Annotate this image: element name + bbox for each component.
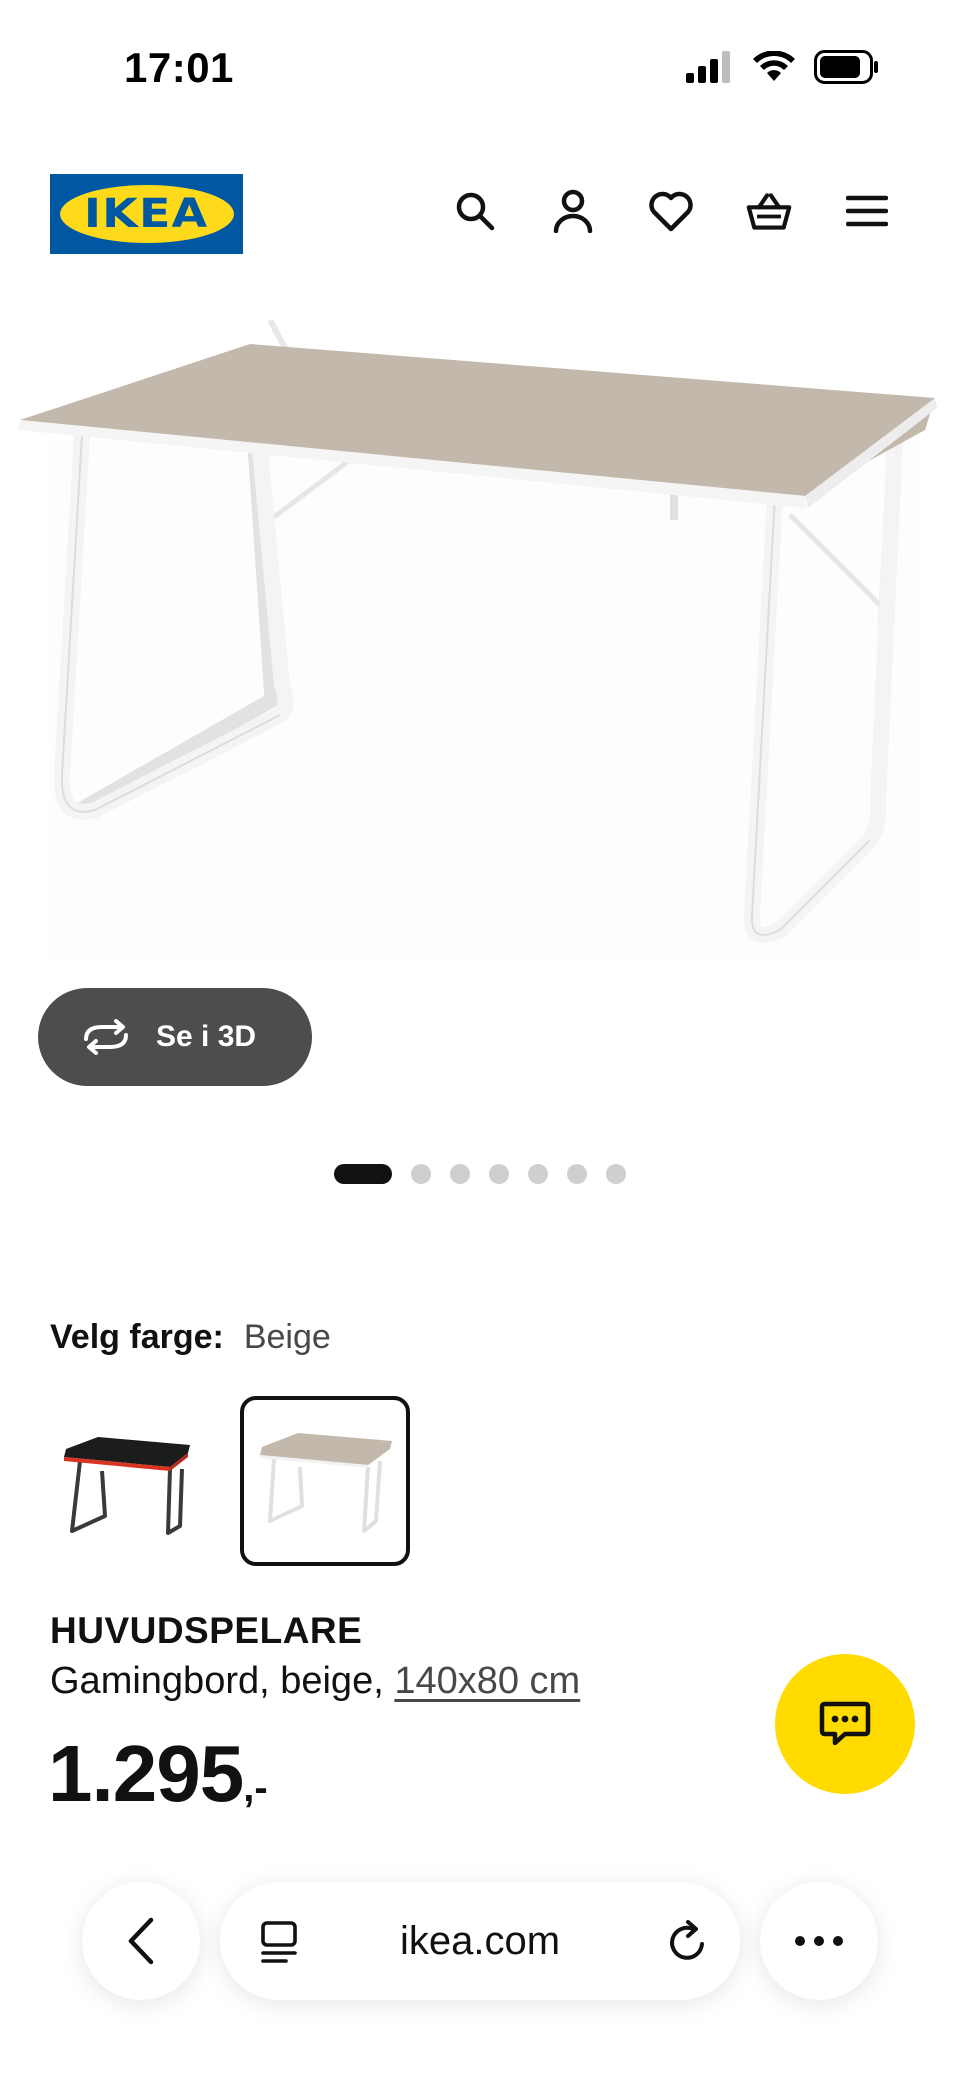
- product-name: HUVUDSPELARE: [50, 1610, 363, 1651]
- rotate-3d-icon: [84, 1019, 128, 1055]
- product-price: 1.295 ,-: [48, 1734, 268, 1814]
- header-icons: [452, 188, 890, 234]
- color-value: Beige: [243, 1318, 331, 1356]
- carousel-dot[interactable]: [450, 1164, 470, 1184]
- carousel-dot[interactable]: [334, 1164, 392, 1184]
- heart-icon[interactable]: [648, 188, 694, 234]
- product-image[interactable]: [0, 318, 960, 980]
- carousel-dot[interactable]: [567, 1164, 587, 1184]
- product-size-link[interactable]: 140x80 cm: [394, 1660, 580, 1702]
- logo-text: IKEA: [84, 191, 209, 237]
- carousel-dots: [334, 1164, 626, 1184]
- color-selector-heading: Velg farge: Beige: [50, 1318, 331, 1357]
- carousel-dot[interactable]: [489, 1164, 509, 1184]
- browser-toolbar: ikea.com: [0, 1860, 960, 2081]
- price-suffix: ,-: [243, 1766, 268, 1810]
- carousel-dot[interactable]: [606, 1164, 626, 1184]
- wifi-icon: [753, 51, 795, 81]
- color-label: Velg farge:: [50, 1318, 224, 1356]
- carousel-dot[interactable]: [411, 1164, 431, 1184]
- reload-icon[interactable]: [666, 1918, 710, 1964]
- ikea-logo[interactable]: IKEA: [50, 174, 243, 254]
- account-icon[interactable]: [550, 188, 596, 234]
- chevron-left-icon: [128, 1917, 154, 1965]
- browser-url: ikea.com: [399, 1918, 561, 1963]
- more-icon: [795, 1936, 843, 1946]
- chat-button[interactable]: [775, 1654, 915, 1794]
- battery-icon: [814, 50, 878, 84]
- chat-icon: [819, 1701, 871, 1746]
- browser-address-bar[interactable]: ikea.com: [220, 1882, 740, 2000]
- basket-icon[interactable]: [746, 188, 792, 234]
- browser-more-button[interactable]: [760, 1882, 878, 2000]
- logo-oval: IKEA: [59, 185, 234, 243]
- color-swatch-black-red[interactable]: [40, 1396, 210, 1566]
- carousel-dot[interactable]: [528, 1164, 548, 1184]
- product-description: Gamingbord, beige, 140x80 cm: [50, 1660, 580, 1703]
- product-description-text: Gamingbord, beige,: [50, 1660, 384, 1702]
- signal-icon: [686, 51, 730, 83]
- menu-icon[interactable]: [844, 188, 890, 234]
- status-icons: [686, 50, 880, 84]
- browser-back-button[interactable]: [82, 1882, 200, 2000]
- view-3d-label: Se i 3D: [156, 1020, 257, 1053]
- status-time: 17:01: [124, 44, 234, 91]
- price-amount: 1.295: [48, 1729, 244, 1818]
- status-bar: 17:01: [0, 0, 960, 140]
- color-swatch-beige[interactable]: [240, 1396, 410, 1566]
- view-3d-button[interactable]: Se i 3D: [38, 988, 312, 1086]
- search-icon[interactable]: [452, 188, 498, 234]
- site-header: IKEA: [0, 170, 960, 260]
